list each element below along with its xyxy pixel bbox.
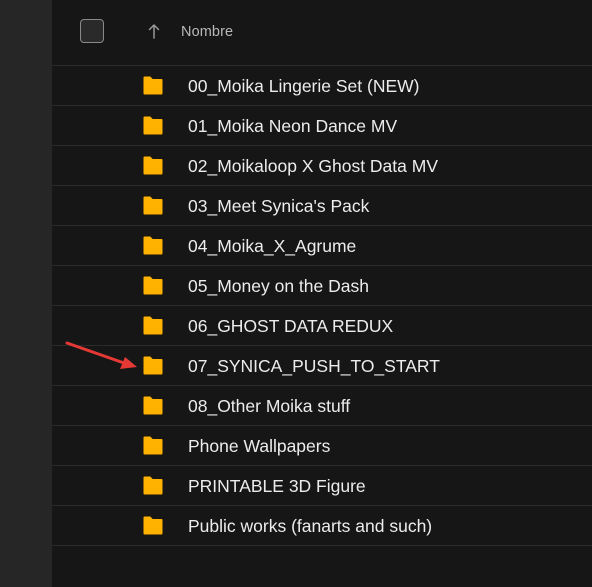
- folder-icon: [143, 396, 163, 415]
- folder-icon: [143, 356, 163, 375]
- folder-name: Phone Wallpapers: [188, 436, 331, 456]
- folder-name: 08_Other Moika stuff: [188, 396, 351, 416]
- folder-row[interactable]: 06_GHOST DATA REDUX: [52, 306, 592, 346]
- folder-name: PRINTABLE 3D Figure: [188, 476, 366, 496]
- folder-row[interactable]: 05_Money on the Dash: [52, 266, 592, 306]
- folder-name: 04_Moika_X_Agrume: [188, 236, 357, 256]
- folder-row[interactable]: PRINTABLE 3D Figure: [52, 466, 592, 506]
- folder-icon: [143, 276, 163, 295]
- left-sidebar: [0, 0, 52, 587]
- folder-name: 05_Money on the Dash: [188, 276, 369, 296]
- name-column-header[interactable]: Nombre: [181, 24, 233, 40]
- folder-icon: [143, 436, 163, 455]
- folder-icon: [143, 316, 163, 335]
- folder-row[interactable]: Public works (fanarts and such): [52, 506, 592, 546]
- folder-row[interactable]: 03_Meet Synica's Pack: [52, 186, 592, 226]
- folder-row[interactable]: 02_Moikaloop X Ghost Data MV: [52, 146, 592, 186]
- folder-name: 01_Moika Neon Dance MV: [188, 116, 398, 136]
- folder-icon: [143, 516, 163, 535]
- folder-row[interactable]: 04_Moika_X_Agrume: [52, 226, 592, 266]
- file-list-panel: Nombre 00_Moika Lingerie Set (NEW) 01_Moi…: [52, 0, 592, 587]
- folder-name: 07_SYNICA_PUSH_TO_START: [188, 356, 440, 376]
- folder-list: 00_Moika Lingerie Set (NEW) 01_Moika Neon…: [52, 66, 592, 546]
- folder-icon: [143, 236, 163, 255]
- folder-name: 02_Moikaloop X Ghost Data MV: [188, 156, 438, 176]
- folder-row[interactable]: 07_SYNICA_PUSH_TO_START: [52, 346, 592, 386]
- file-list-header: Nombre: [52, 0, 592, 66]
- folder-name: 00_Moika Lingerie Set (NEW): [188, 76, 420, 96]
- select-all-checkbox[interactable]: [80, 19, 104, 43]
- folder-icon: [143, 116, 163, 135]
- folder-icon: [143, 476, 163, 495]
- folder-name: Public works (fanarts and such): [188, 516, 433, 536]
- folder-icon: [143, 156, 163, 175]
- sort-ascending-icon[interactable]: [148, 23, 160, 39]
- folder-row[interactable]: Phone Wallpapers: [52, 426, 592, 466]
- folder-icon: [143, 196, 163, 215]
- folder-row[interactable]: 08_Other Moika stuff: [52, 386, 592, 426]
- folder-row[interactable]: 01_Moika Neon Dance MV: [52, 106, 592, 146]
- folder-name: 03_Meet Synica's Pack: [188, 196, 370, 216]
- folder-row[interactable]: 00_Moika Lingerie Set (NEW): [52, 66, 592, 106]
- folder-icon: [143, 76, 163, 95]
- folder-name: 06_GHOST DATA REDUX: [188, 316, 394, 336]
